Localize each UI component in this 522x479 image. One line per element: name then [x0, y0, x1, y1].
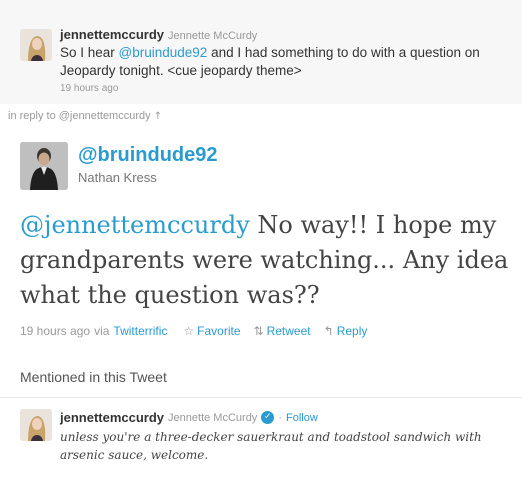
- reply-text-before: So I hear: [60, 45, 119, 60]
- retweet-icon: ⇅: [253, 324, 264, 338]
- mentioned-screen-name[interactable]: jennettemccurdy: [60, 410, 164, 425]
- reply-timestamp[interactable]: 19 hours ago: [60, 83, 118, 94]
- verified-badge-icon: ✓: [261, 411, 275, 424]
- mentioned-heading: Mentioned in this Tweet: [20, 369, 167, 385]
- favorite-label: Favorite: [197, 324, 241, 338]
- reply-screen-name[interactable]: jennettemccurdy: [60, 27, 164, 42]
- user-avatar-photo-icon: [20, 409, 52, 441]
- user-avatar-photo-icon: [20, 142, 68, 190]
- retweet-button[interactable]: ⇅ Retweet: [254, 324, 311, 338]
- via-label: via: [94, 324, 110, 338]
- tweet-mention-link[interactable]: @jennettemccurdy: [20, 211, 250, 239]
- mentioned-user-bio: unless you're a three-decker sauerkraut …: [60, 430, 482, 462]
- in-reply-to-link[interactable]: in reply to @jennettemccurdy ↑: [8, 110, 162, 122]
- reply-label: Reply: [336, 324, 368, 338]
- arrow-up-icon: ↑: [153, 111, 163, 122]
- jennette-avatar[interactable]: [20, 29, 52, 61]
- tweet-timestamp[interactable]: 19 hours ago: [20, 324, 90, 338]
- tweet-text: @jennettemccurdy No way!! I hope my gran…: [20, 208, 520, 313]
- client-link[interactable]: Twitterrific: [113, 324, 167, 338]
- favorite-button[interactable]: ☆ Favorite: [183, 324, 240, 338]
- mentioned-user-avatar[interactable]: [20, 409, 52, 441]
- tweet-author-full-name: Nathan Kress: [78, 170, 157, 185]
- reply-mention-link[interactable]: @bruindude92: [119, 45, 208, 60]
- tweet-meta: 19 hours ago via Twitterrific ☆ Favorite …: [20, 324, 367, 338]
- reply-tweet-text: So I hear @bruindude92 and I had somethi…: [60, 44, 510, 80]
- mentioned-full-name: Jennette McCurdy: [168, 411, 258, 424]
- reply-button[interactable]: ↰ Reply: [324, 324, 368, 338]
- nathan-avatar[interactable]: [20, 142, 68, 190]
- tweet-author-screen-name[interactable]: @bruindude92: [78, 144, 218, 167]
- divider: [0, 397, 522, 398]
- reply-full-name: Jennette McCurdy: [168, 30, 258, 42]
- reply-tweet-header: jennettemccurdy Jennette McCurdy: [60, 27, 257, 42]
- mentioned-user-header: jennettemccurdy Jennette McCurdy ✓ · Fol…: [60, 410, 318, 425]
- user-avatar-photo-icon: [20, 29, 52, 61]
- in-reply-label: in reply to @jennettemccurdy: [8, 110, 151, 122]
- retweet-label: Retweet: [266, 324, 311, 338]
- in-reply-to-tweet: jennettemccurdy Jennette McCurdy So I hea…: [0, 0, 522, 104]
- star-icon: ☆: [183, 324, 195, 338]
- reply-arrow-icon: ↰: [323, 324, 334, 338]
- follow-link[interactable]: Follow: [286, 412, 318, 424]
- separator-dot: ·: [278, 411, 282, 424]
